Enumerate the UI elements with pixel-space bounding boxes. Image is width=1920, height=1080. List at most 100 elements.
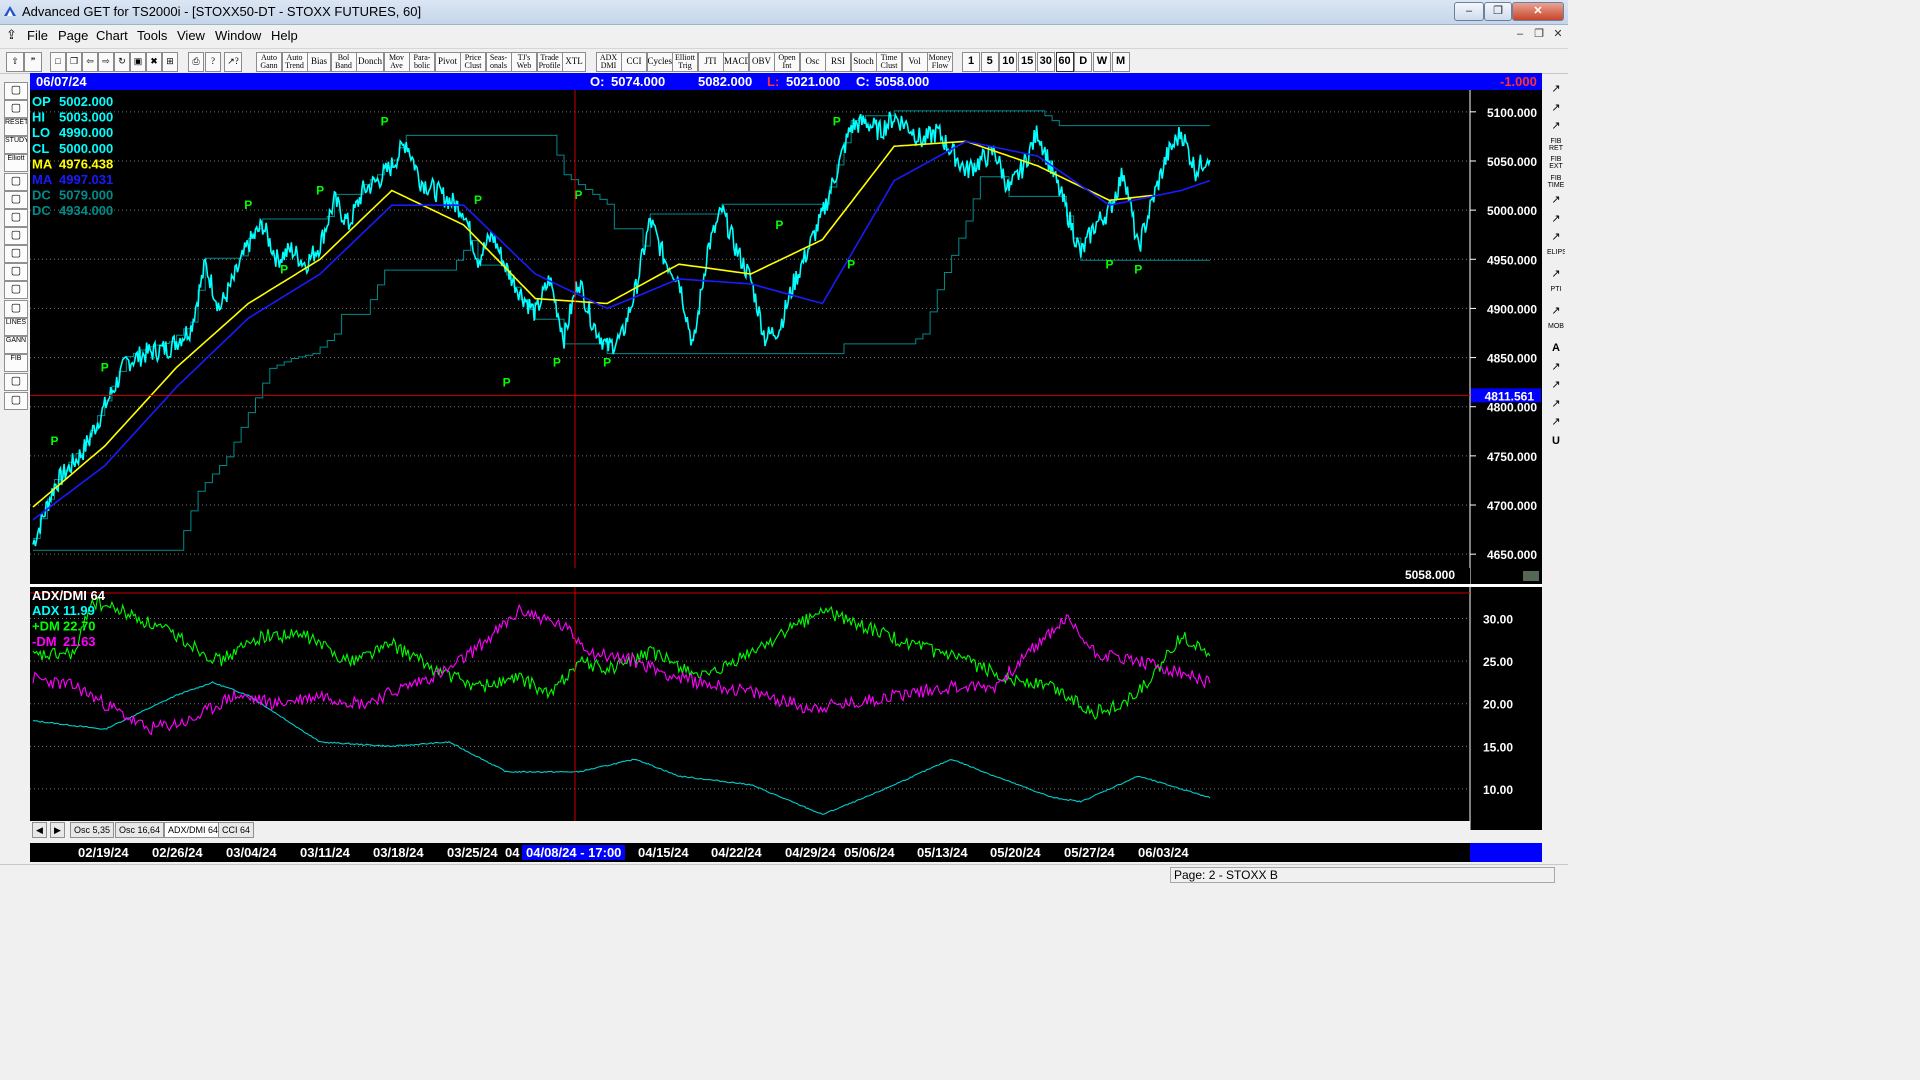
tool-cci-button[interactable]: CCI (621, 52, 647, 72)
interval-D-button[interactable]: D (1074, 52, 1093, 72)
print-icon[interactable]: ⎙ (188, 52, 204, 72)
interval-W-button[interactable]: W (1092, 52, 1111, 72)
tool-obv-button[interactable]: OBV (748, 52, 775, 72)
tool-stoch-button[interactable]: Stoch (850, 52, 877, 72)
interval-M-button[interactable]: M (1111, 52, 1130, 72)
compress-horizontal-icon[interactable]: ▢ (4, 245, 28, 263)
interval-1-button[interactable]: 1 (962, 52, 980, 72)
help-icon[interactable]: ? (205, 52, 221, 72)
interval-5-button[interactable]: 5 (980, 52, 999, 72)
back-icon[interactable]: ⇦ (82, 52, 98, 72)
menu-page[interactable]: Page (58, 28, 88, 43)
layout-icon[interactable]: ▣ (130, 52, 146, 72)
matrix-icon[interactable]: ↗ (1547, 304, 1565, 319)
quote-icon[interactable]: ” (24, 52, 42, 72)
copy-icon[interactable]: ❐ (66, 52, 82, 72)
tool-jti-button[interactable]: JTI (697, 52, 724, 72)
tool-auto-trend-button[interactable]: Auto Trend (281, 52, 308, 72)
document-icon[interactable]: ⇪ (6, 27, 17, 43)
mdi-close-icon[interactable]: ✕ (1549, 27, 1567, 42)
open-folder-icon[interactable]: ▢ (4, 82, 28, 100)
tool-price-clust-button[interactable]: Price Clust (460, 52, 486, 72)
pti-icon[interactable]: PTI (1547, 286, 1565, 301)
lines-icon[interactable]: LINES (4, 318, 28, 336)
spiral-icon[interactable]: ↗ (1547, 193, 1565, 208)
minimize-button[interactable]: ‒ (1454, 2, 1484, 21)
interval-10-button[interactable]: 10 (999, 52, 1018, 72)
pitchfork-icon[interactable]: ↗ (1547, 267, 1565, 282)
box-icon[interactable]: ↗ (1547, 230, 1565, 245)
panel-separator[interactable] (30, 584, 1542, 587)
tool-tjs-web-button[interactable]: TJ's Web (511, 52, 537, 72)
fib-icon[interactable]: FIB (4, 354, 28, 372)
interval-30-button[interactable]: 30 (1036, 52, 1055, 72)
expand-horizontal-icon[interactable]: ▢ (4, 263, 28, 281)
tool-parabolic-button[interactable]: Para-bolic (409, 52, 435, 72)
fib-ret-icon[interactable]: FIB RET (1547, 138, 1565, 153)
arrow-left-icon[interactable]: ▢ (4, 209, 28, 227)
print-icon[interactable]: ▢ (4, 392, 28, 410)
maximize-button[interactable]: ❐ (1484, 2, 1512, 21)
adx-panel[interactable] (30, 587, 1470, 823)
mdi-minimize-icon[interactable]: – (1511, 27, 1529, 42)
tool-pivot-button[interactable]: Pivot (434, 52, 461, 72)
pointer-tool-icon[interactable]: ⇧ (6, 52, 24, 72)
zoom-icon[interactable]: ↗ (1547, 360, 1565, 375)
tool-bias-button[interactable]: Bias (307, 52, 331, 72)
tab-indicator[interactable]: Osc 5,35 (70, 822, 115, 838)
tool-seasonals-button[interactable]: Seas-onals (485, 52, 512, 72)
tool-cycles-button[interactable]: Cycles (646, 52, 673, 72)
arrow-up-icon[interactable]: ▢ (4, 173, 28, 191)
forward-icon[interactable]: ⇨ (98, 52, 114, 72)
zoom-handle-icon[interactable] (1523, 571, 1539, 581)
magnet-icon[interactable]: U (1547, 434, 1565, 449)
price-panel[interactable] (30, 90, 1470, 568)
brush-icon[interactable]: ↗ (1547, 378, 1565, 393)
menu-help[interactable]: Help (271, 28, 298, 43)
tool-donch-button[interactable]: Donch (356, 52, 384, 72)
mdi-restore-icon[interactable]: ❐ (1530, 27, 1548, 42)
tool-mov-ave-button[interactable]: Mov Ave (383, 52, 410, 72)
tile-icon[interactable]: ⊞ (162, 52, 178, 72)
menu-chart[interactable]: Chart (96, 28, 128, 43)
tool-macd-button[interactable]: MACD (723, 52, 749, 72)
tool-trade-profile-button[interactable]: Trade Profile (536, 52, 563, 72)
new-page-icon[interactable]: □ (50, 52, 66, 72)
arrow-down-icon[interactable]: ▢ (4, 191, 28, 209)
menu-view[interactable]: View (177, 28, 205, 43)
compress-vertical-icon[interactable]: ▢ (4, 281, 28, 299)
tool-time-clust-button[interactable]: Time Clust (876, 52, 902, 72)
tab-indicator[interactable]: CCI 64 (218, 822, 255, 838)
menu-file[interactable]: File (27, 28, 48, 43)
tool-osc-button[interactable]: Osc (799, 52, 826, 72)
fib-ext-icon[interactable]: FIB EXT (1547, 156, 1565, 171)
tab-scroll-left-icon[interactable]: ◀ (32, 822, 47, 838)
interval-15-button[interactable]: 15 (1018, 52, 1037, 72)
tab-indicator[interactable]: Osc 16,64 (115, 822, 165, 838)
text-a-icon[interactable]: A (1547, 341, 1565, 356)
mob-icon[interactable]: MOB (1547, 323, 1565, 338)
tool-elliott-trig-button[interactable]: Elliott Trig (672, 52, 698, 72)
tool-rsi-button[interactable]: RSI (825, 52, 851, 72)
gann-icon[interactable]: GANN (4, 336, 28, 354)
date-axis[interactable]: 02/19/24 02/26/24 03/04/24 03/11/24 03/18/24… (30, 843, 1542, 862)
reset-icon[interactable]: RESET (4, 118, 28, 136)
close-x-icon[interactable]: ↗ (1547, 82, 1565, 97)
study-icon[interactable]: STUDY (4, 136, 28, 154)
fib-time-icon[interactable]: FIB TIME (1547, 175, 1565, 190)
interval-60-button[interactable]: 60 (1055, 52, 1074, 72)
chart-area[interactable]: 5100.000 5050.000 5000.000 4950.000 4900.000… (30, 90, 1542, 830)
tool-bol-band-button[interactable]: Bol Band (330, 52, 357, 72)
calendar-icon[interactable]: ↗ (1547, 397, 1565, 412)
pencil-icon[interactable]: ↗ (1547, 101, 1565, 116)
tool-open-int-button[interactable]: Open Int (774, 52, 800, 72)
ellipse-icon[interactable]: ELIPS (1547, 249, 1565, 264)
fan-icon[interactable]: ↗ (1547, 212, 1565, 227)
tool-money-flow-button[interactable]: Money Flow (927, 52, 953, 72)
tool-vol-button[interactable]: Vol (901, 52, 928, 72)
arrow-right-icon[interactable]: ▢ (4, 227, 28, 245)
tab-indicator[interactable]: ADX/DMI 64 (164, 822, 223, 838)
context-help-icon[interactable]: ↗? (224, 52, 242, 72)
cancel-x-icon[interactable]: ✖ (146, 52, 162, 72)
tool-xtl-button[interactable]: XTL (562, 52, 586, 72)
